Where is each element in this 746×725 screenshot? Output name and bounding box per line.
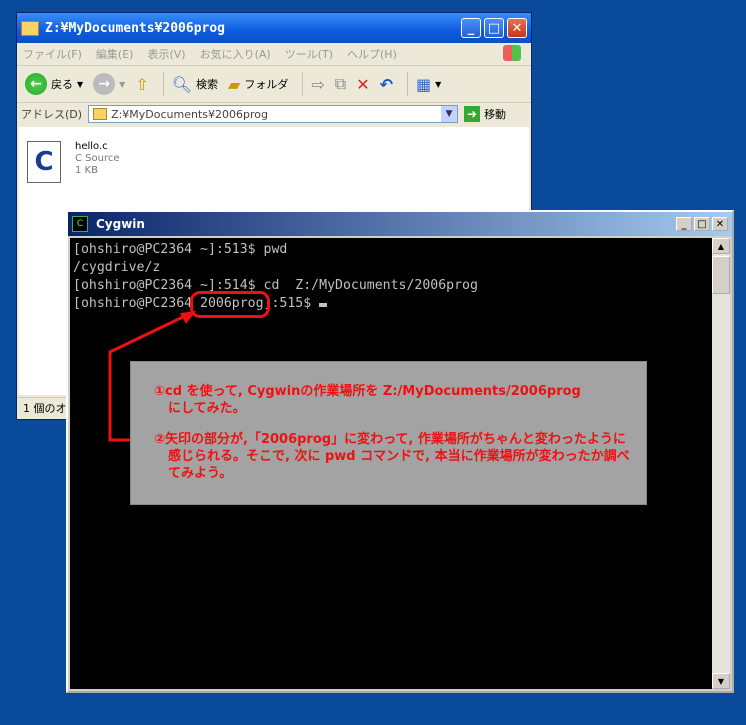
annotation-line: にしてみた。: [168, 401, 246, 416]
annotation-line: ②矢印の部分が,「2006prog」に変わって, 作業場所がちゃんと変わったよう…: [154, 432, 626, 447]
annotation-line: てみよう。: [168, 466, 233, 481]
annotation-line: ①cd を使って, Cygwinの作業場所を Z:/MyDocuments/20…: [154, 384, 581, 399]
annotation-line: 感じられる。そこで, 次に pwd コマンドで, 本当に作業場所が変わったか調べ: [168, 449, 630, 464]
annotation-box: ①cd を使って, Cygwinの作業場所を Z:/MyDocuments/20…: [130, 361, 647, 505]
